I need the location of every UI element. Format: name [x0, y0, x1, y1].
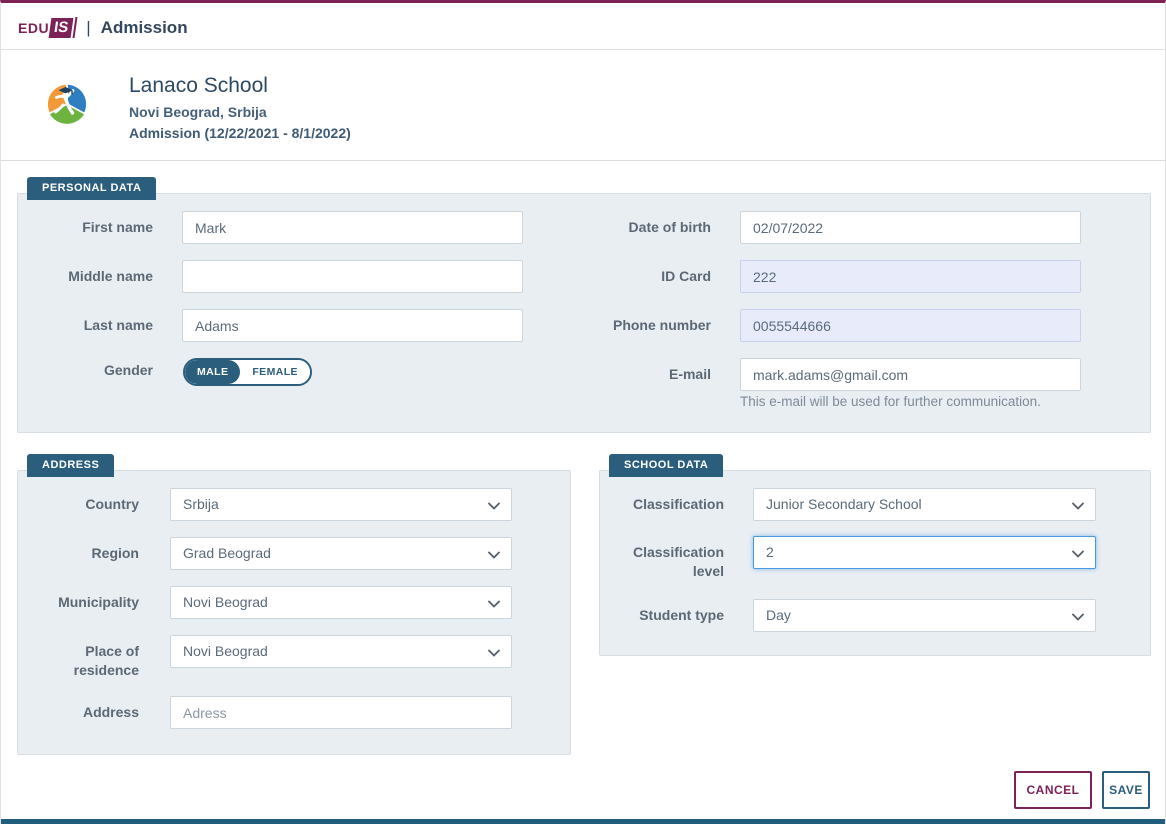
app-header: EDUIS | Admission	[1, 6, 1165, 50]
date-of-birth-label: Date of birth	[561, 211, 711, 244]
admission-page: EDUIS | Admission Lanaco School Novi Beo…	[0, 0, 1166, 824]
address-input[interactable]	[170, 696, 512, 729]
address-label: Address	[21, 696, 139, 729]
phone-number-input[interactable]	[740, 309, 1081, 342]
first-name-input[interactable]	[182, 211, 523, 244]
classification-select-value: Junior Secondary School	[766, 496, 922, 512]
id-card-input[interactable]	[740, 260, 1081, 293]
classification-level-label-line2: level	[601, 562, 724, 581]
classification-level-label: Classification level	[601, 543, 724, 581]
classification-level-select-value: 2	[766, 544, 774, 560]
region-label: Region	[21, 537, 139, 570]
divider	[1, 160, 1165, 161]
email-input[interactable]	[740, 358, 1081, 391]
place-of-residence-label: Place of residence	[21, 642, 139, 680]
last-name-input[interactable]	[182, 309, 523, 342]
classification-select[interactable]: Junior Secondary School	[753, 488, 1096, 521]
page-title: Admission	[101, 18, 188, 38]
school-location: Novi Beograd, Srbija	[129, 104, 267, 120]
save-button[interactable]: SAVE	[1102, 771, 1150, 809]
admission-period: Admission (12/22/2021 - 8/1/2022)	[129, 125, 351, 141]
eduis-logo-is-badge: IS	[49, 18, 74, 38]
chevron-down-icon	[488, 649, 500, 657]
school-name: Lanaco School	[129, 74, 268, 98]
school-logo-icon	[45, 82, 89, 126]
middle-name-label: Middle name	[21, 260, 153, 293]
classification-label: Classification	[601, 488, 724, 521]
municipality-label: Municipality	[21, 586, 139, 619]
region-select[interactable]: Grad Beograd	[170, 537, 512, 570]
chevron-down-icon	[1072, 502, 1084, 510]
address-section-tab: ADDRESS	[27, 454, 114, 477]
personal-data-section-tab: PERSONAL DATA	[27, 177, 156, 200]
gender-toggle: MALE FEMALE	[183, 358, 312, 386]
classification-level-select[interactable]: 2	[753, 536, 1096, 569]
municipality-select-value: Novi Beograd	[183, 594, 268, 610]
middle-name-input[interactable]	[182, 260, 523, 293]
region-select-value: Grad Beograd	[183, 545, 271, 561]
phone-number-label: Phone number	[561, 309, 711, 342]
eduis-logo-bar	[73, 17, 78, 38]
cancel-button[interactable]: CANCEL	[1014, 771, 1092, 809]
municipality-select[interactable]: Novi Beograd	[170, 586, 512, 619]
email-label: E-mail	[561, 358, 711, 391]
gender-option-female[interactable]: FEMALE	[240, 360, 310, 384]
first-name-label: First name	[21, 211, 153, 244]
date-of-birth-input[interactable]	[740, 211, 1081, 244]
eduis-logo-edu-text: EDU	[18, 20, 49, 36]
country-label: Country	[21, 488, 139, 521]
header-separator: |	[86, 18, 90, 38]
gender-label: Gender	[21, 356, 153, 384]
school-data-section-tab: SCHOOL DATA	[609, 454, 723, 477]
student-type-select-value: Day	[766, 607, 791, 623]
student-type-select[interactable]: Day	[753, 599, 1096, 632]
place-of-residence-label-line1: Place of	[21, 642, 139, 661]
chevron-down-icon	[1072, 550, 1084, 558]
chevron-down-icon	[488, 551, 500, 559]
student-type-label: Student type	[601, 599, 724, 632]
eduis-logo: EDUIS	[18, 17, 76, 38]
place-of-residence-label-line2: residence	[21, 661, 139, 680]
gender-option-male[interactable]: MALE	[185, 360, 240, 384]
email-note: This e-mail will be used for further com…	[740, 394, 1041, 409]
chevron-down-icon	[488, 600, 500, 608]
last-name-label: Last name	[21, 309, 153, 342]
id-card-label: ID Card	[561, 260, 711, 293]
chevron-down-icon	[488, 502, 500, 510]
classification-level-label-line1: Classification	[601, 543, 724, 562]
place-of-residence-select-value: Novi Beograd	[183, 643, 268, 659]
country-select-value: Srbija	[183, 496, 219, 512]
chevron-down-icon	[1072, 613, 1084, 621]
place-of-residence-select[interactable]: Novi Beograd	[170, 635, 512, 668]
country-select[interactable]: Srbija	[170, 488, 512, 521]
bottom-accent-bar	[1, 819, 1165, 824]
